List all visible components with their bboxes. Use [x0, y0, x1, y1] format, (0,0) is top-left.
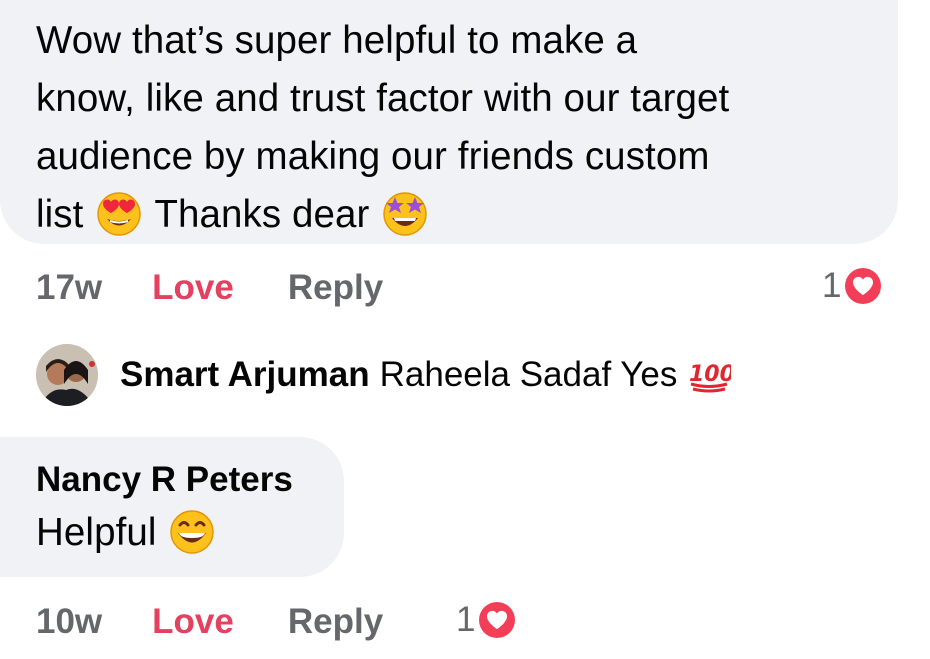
comment-bubble: Wow that’s super helpful to make a know,…: [0, 0, 898, 244]
reply-text: Raheela Sadaf Yes: [379, 355, 678, 394]
love-button[interactable]: Love: [152, 602, 234, 642]
comment-actions: 10w Love Reply: [36, 602, 383, 642]
comment-timestamp[interactable]: 17w: [36, 268, 102, 308]
comment-line: audience by making our friends custom: [36, 135, 710, 178]
comment-line-text: Helpful: [36, 511, 157, 554]
reaction-summary[interactable]: 1: [456, 600, 516, 640]
comment-line-text: list: [36, 193, 84, 236]
comment-text: Helpful: [36, 505, 308, 561]
reaction-count: 1: [456, 600, 476, 639]
avatar[interactable]: [36, 344, 98, 406]
hundred-points-emoji-icon: 100: [687, 357, 731, 393]
comment-line: Wow that’s super helpful to make a: [36, 19, 638, 62]
heart-icon: [479, 602, 516, 638]
reply-button[interactable]: Reply: [288, 268, 383, 308]
reply-row: Smart Arjuman Raheela Sadaf Yes 100: [36, 340, 731, 410]
love-button[interactable]: Love: [152, 268, 234, 308]
reaction-summary[interactable]: 1: [822, 266, 882, 306]
heart-icon: [845, 268, 882, 304]
star-struck-emoji-icon: [380, 188, 430, 238]
comment-line: list Thanks dear: [36, 186, 862, 244]
comment-line: know, like and trust factor with our tar…: [36, 77, 730, 120]
reply-author[interactable]: Smart Arjuman: [120, 355, 370, 395]
comment-line-text: Thanks dear: [154, 193, 370, 236]
comment-author[interactable]: Nancy R Peters: [36, 455, 308, 505]
comment-actions: 17w Love Reply: [36, 268, 383, 308]
grinning-emoji-icon: [167, 506, 217, 556]
heart-eyes-emoji-icon: [94, 188, 144, 238]
reaction-count: 1: [822, 266, 842, 305]
comment-timestamp[interactable]: 10w: [36, 602, 102, 642]
reply-button[interactable]: Reply: [288, 602, 383, 642]
comment-bubble: Nancy R Peters Helpful: [0, 437, 344, 577]
comment-text: Wow that’s super helpful to make a know,…: [36, 12, 862, 244]
